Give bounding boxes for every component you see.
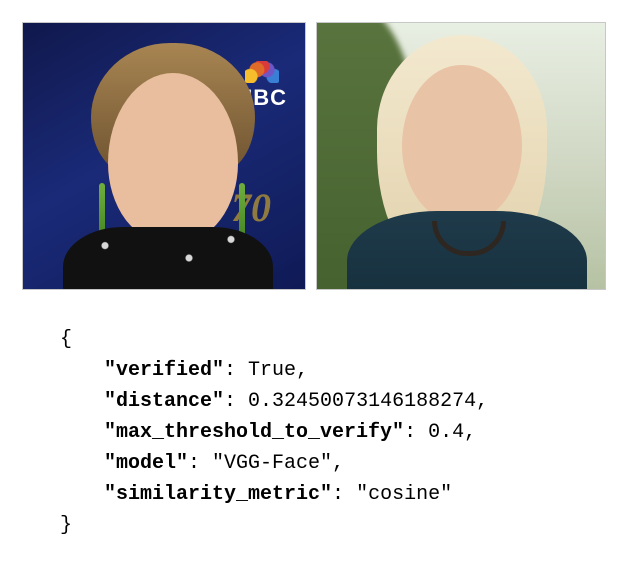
comma: ,: [296, 359, 308, 382]
key-verified: "verified": [104, 359, 224, 382]
value-distance: 0.32450073146188274: [248, 390, 476, 413]
colon: :: [224, 359, 248, 382]
key-distance: "distance": [104, 390, 224, 413]
brace-open: {: [60, 328, 72, 351]
left-person-dress: [63, 227, 273, 289]
value-similarity-metric: "cosine": [356, 483, 452, 506]
json-result-block: { "verified": True, "distance": 0.324500…: [0, 290, 633, 541]
value-max-threshold: 0.4: [428, 421, 464, 444]
value-verified: True: [248, 359, 296, 382]
key-similarity-metric: "similarity_metric": [104, 483, 332, 506]
comparison-images-row: NBC 70: [0, 0, 633, 290]
comma: ,: [464, 421, 476, 444]
left-person-face: [108, 73, 238, 243]
key-max-threshold: "max_threshold_to_verify": [104, 421, 404, 444]
colon: :: [404, 421, 428, 444]
colon: :: [332, 483, 356, 506]
colon: :: [188, 452, 212, 475]
face-image-left: NBC 70: [22, 22, 306, 290]
comma: ,: [476, 390, 488, 413]
right-person-face: [402, 65, 522, 223]
emmy-seventy-mark: 70: [231, 188, 271, 228]
value-model: "VGG-Face": [212, 452, 332, 475]
comma: ,: [332, 452, 344, 475]
face-image-right: [316, 22, 606, 290]
colon: :: [224, 390, 248, 413]
brace-close: }: [60, 514, 72, 537]
key-model: "model": [104, 452, 188, 475]
